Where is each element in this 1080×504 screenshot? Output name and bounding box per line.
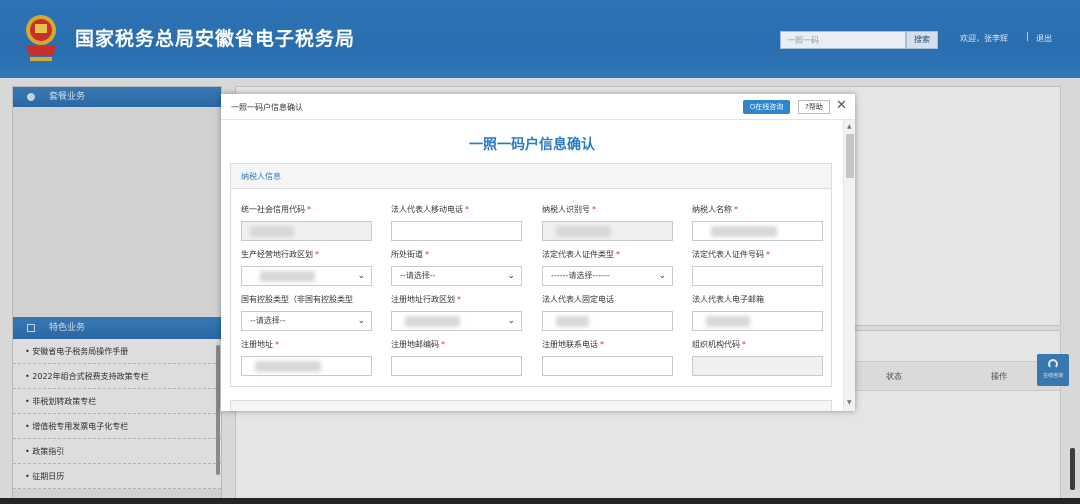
search-button[interactable]: 搜索 (906, 31, 938, 49)
scroll-up-icon[interactable]: ▲ (847, 123, 852, 130)
required-asterisk: * (600, 340, 604, 349)
form-field: 法人代表人电子邮箱 (692, 294, 823, 331)
chevron-down-icon: ⌄ (357, 316, 365, 326)
required-asterisk: * (457, 295, 461, 304)
field-label: 注册地址行政区划 * (391, 295, 461, 304)
help-button[interactable]: ?帮助 (798, 100, 830, 114)
redacted-value (255, 361, 321, 372)
redacted-value (556, 226, 611, 237)
required-asterisk: * (307, 205, 311, 214)
field-label: 法定代表人证件类型 * (542, 250, 620, 259)
redacted-value (405, 316, 460, 327)
field-label: 统一社会信用代码 * (241, 205, 311, 214)
welcome-text: 欢迎，张李辉 (960, 34, 1008, 43)
text-input[interactable] (692, 356, 823, 376)
next-section-header (230, 400, 832, 411)
required-asterisk: * (616, 250, 620, 259)
field-label: 注册地邮编码 * (391, 340, 445, 349)
redacted-value (250, 226, 294, 237)
text-input[interactable] (692, 266, 823, 286)
required-asterisk: * (425, 250, 429, 259)
field-label: 法人代表人电子邮箱 (692, 295, 764, 304)
form-field: 法定代表人证件类型 * ------请选择------ ⌄ (542, 249, 673, 286)
field-label: 纳税人识别号 * (542, 205, 596, 214)
form-field: 组织机构代码 * (692, 339, 823, 376)
taxpayer-info-section: 纳税人信息 统一社会信用代码 * 法人代表人移动电话 * 纳税人识别号 * 纳税人名称 * 生产… (230, 163, 832, 387)
form-field: 法定代表人证件号码 * (692, 249, 823, 286)
field-label: 法定代表人证件号码 * (692, 250, 770, 259)
chevron-down-icon: ⌄ (658, 271, 666, 281)
form-field: 注册地邮编码 * (391, 339, 522, 376)
field-label: 纳税人名称 * (692, 205, 738, 214)
text-input[interactable] (391, 356, 522, 376)
text-input[interactable] (391, 221, 522, 241)
dialog-body: 一照一码户信息确认 纳税人信息 统一社会信用代码 * 法人代表人移动电话 * 纳税人识别… (221, 120, 843, 411)
field-label: 法人代表人固定电话 (542, 295, 614, 304)
text-input[interactable] (692, 221, 823, 241)
chevron-down-icon: ⌄ (357, 271, 365, 281)
field-label: 生产经营地行政区划 * (241, 250, 319, 259)
text-input[interactable] (692, 311, 823, 331)
form-field: 注册地址 * (241, 339, 372, 376)
required-asterisk: * (315, 250, 319, 259)
info-confirm-dialog: 一照一码户信息确认 ⭘在线咨询 ?帮助 ✕ 一照一码户信息确认 纳税人信息 统一… (221, 94, 855, 411)
field-label: 注册地址 * (241, 340, 279, 349)
tax-emblem-logo (26, 15, 56, 61)
form-field: 统一社会信用代码 * (241, 204, 372, 241)
form-field: 纳税人名称 * (692, 204, 823, 241)
field-label: 所处街道 * (391, 250, 429, 259)
select-dropdown[interactable]: ------请选择------ ⌄ (542, 266, 673, 286)
text-input[interactable] (241, 221, 372, 241)
required-asterisk: * (441, 340, 445, 349)
top-header: 国家税务总局安徽省电子税务局 一照一码 搜索 欢迎，张李辉 | 退出 (0, 0, 1080, 78)
required-asterisk: * (592, 205, 596, 214)
field-label: 法人代表人移动电话 * (391, 205, 469, 214)
field-label: 组织机构代码 * (692, 340, 746, 349)
scroll-down-icon[interactable]: ▼ (847, 399, 852, 406)
search-input[interactable]: 一照一码 (780, 31, 906, 49)
redacted-value (706, 316, 750, 327)
field-label: 注册地联系电话 * (542, 340, 604, 349)
header-separator: | (1026, 32, 1030, 42)
required-asterisk: * (766, 250, 770, 259)
required-asterisk: * (275, 340, 279, 349)
select-dropdown[interactable]: ⌄ (241, 266, 372, 286)
text-input[interactable] (542, 356, 673, 376)
text-input[interactable] (542, 221, 673, 241)
select-dropdown[interactable]: --请选择-- ⌄ (241, 311, 372, 331)
close-icon[interactable]: ✕ (836, 98, 847, 114)
form-field: 法人代表人移动电话 * (391, 204, 522, 241)
online-consult-button[interactable]: ⭘在线咨询 (743, 100, 790, 114)
dialog-title: 一照一码户信息确认 (231, 103, 303, 112)
form-field: 国有控股类型（非国有控股类型 --请选择-- ⌄ (241, 294, 372, 331)
site-title: 国家税务总局安徽省电子税务局 (75, 28, 356, 50)
dialog-titlebar: 一照一码户信息确认 ⭘在线咨询 ?帮助 ✕ (221, 94, 855, 120)
required-asterisk: * (742, 340, 746, 349)
logout-link[interactable]: 退出 (1036, 33, 1052, 44)
field-label: 国有控股类型（非国有控股类型 (241, 295, 353, 304)
scroll-thumb[interactable] (846, 134, 854, 178)
select-dropdown[interactable]: --请选择-- ⌄ (391, 266, 522, 286)
form-field: 生产经营地行政区划 * ⌄ (241, 249, 372, 286)
form-field: 注册地址行政区划 * ⌄ (391, 294, 522, 331)
required-asterisk: * (734, 205, 738, 214)
section-title: 纳税人信息 (231, 164, 831, 189)
form-field: 注册地联系电话 * (542, 339, 673, 376)
dialog-heading: 一照一码户信息确认 (469, 137, 595, 153)
redacted-value (556, 316, 589, 327)
redacted-value (260, 271, 315, 282)
select-dropdown[interactable]: ⌄ (391, 311, 522, 331)
text-input[interactable] (542, 311, 673, 331)
chevron-down-icon: ⌄ (507, 271, 515, 281)
text-input[interactable] (241, 356, 372, 376)
form-field: 所处街道 * --请选择-- ⌄ (391, 249, 522, 286)
chevron-down-icon: ⌄ (507, 316, 515, 326)
dialog-scrollbar[interactable]: ▲ ▼ (843, 120, 855, 411)
form-field: 纳税人识别号 * (542, 204, 673, 241)
required-asterisk: * (465, 205, 469, 214)
form-field: 法人代表人固定电话 (542, 294, 673, 331)
redacted-value (711, 226, 777, 237)
